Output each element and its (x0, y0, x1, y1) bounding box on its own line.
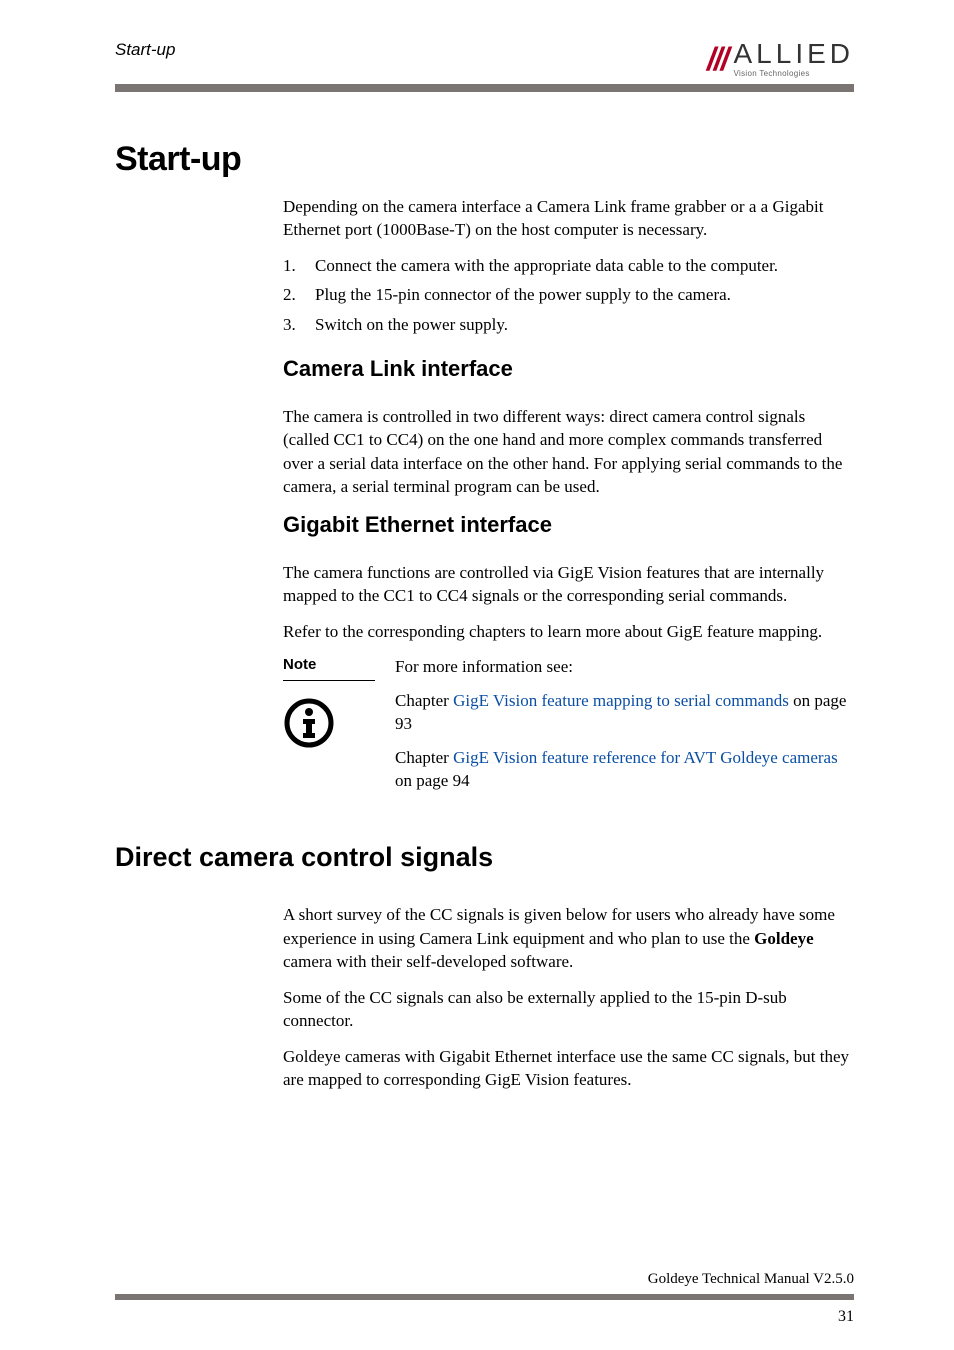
logo: /// ALLIED Vision Technologies (707, 40, 854, 78)
step-text: Plug the 15-pin connector of the power s… (315, 285, 731, 304)
note-left: Note (283, 655, 395, 802)
list-item: 1.Connect the camera with the appropriat… (283, 254, 854, 277)
intro-paragraph: Depending on the camera interface a Came… (283, 195, 854, 242)
footer-text: Goldeye Technical Manual V2.5.0 (115, 1271, 854, 1288)
logo-slashes-icon: /// (707, 43, 728, 75)
step-text: Connect the camera with the appropriate … (315, 256, 778, 275)
page-number: 31 (838, 1308, 854, 1326)
header-rule (115, 84, 854, 92)
step-text: Switch on the power supply. (315, 315, 508, 334)
note-label: Note (283, 655, 375, 681)
dcc-paragraph-3: Goldeye cameras with Gigabit Ethernet in… (283, 1045, 854, 1092)
running-head: Start-up (115, 40, 175, 60)
footer: Goldeye Technical Manual V2.5.0 (115, 1271, 854, 1300)
note-lead: For more information see: (395, 655, 854, 678)
footer-rule (115, 1294, 854, 1300)
logo-main: ALLIED (734, 40, 855, 68)
info-icon (283, 697, 395, 755)
dcc-heading: Direct camera control signals (115, 842, 854, 873)
dcc-paragraph-1: A short survey of the CC signals is give… (283, 903, 854, 973)
list-item: 2.Plug the 15-pin connector of the power… (283, 283, 854, 306)
steps-list: 1.Connect the camera with the appropriat… (283, 254, 854, 336)
page: Start-up /// ALLIED Vision Technologies … (0, 0, 954, 1350)
note-chapter-2: Chapter GigE Vision feature reference fo… (395, 746, 854, 793)
note-block: Note For more information see: Chapter G… (283, 655, 854, 802)
gige-paragraph-2: Refer to the corresponding chapters to l… (283, 620, 854, 643)
dcc-paragraph-2: Some of the CC signals can also be exter… (283, 986, 854, 1033)
cameralink-heading: Camera Link interface (283, 354, 854, 384)
link-gige-reference[interactable]: GigE Vision feature reference for AVT Go… (453, 748, 838, 767)
logo-text: ALLIED Vision Technologies (734, 40, 855, 78)
link-gige-mapping[interactable]: GigE Vision feature mapping to serial co… (453, 691, 789, 710)
logo-sub: Vision Technologies (734, 70, 855, 78)
dcc-block: A short survey of the CC signals is give… (283, 903, 854, 1091)
header-row: Start-up /// ALLIED Vision Technologies (115, 40, 854, 78)
cameralink-paragraph: The camera is controlled in two differen… (283, 405, 854, 499)
goldeye-bold: Goldeye (754, 929, 814, 948)
gige-heading: Gigabit Ethernet interface (283, 510, 854, 540)
note-chapter-1: Chapter GigE Vision feature mapping to s… (395, 689, 854, 736)
note-right: For more information see: Chapter GigE V… (395, 655, 854, 802)
list-item: 3.Switch on the power supply. (283, 313, 854, 336)
intro-block: Depending on the camera interface a Came… (283, 195, 854, 802)
gige-paragraph-1: The camera functions are controlled via … (283, 561, 854, 608)
chapter-title: Start-up (115, 140, 854, 179)
